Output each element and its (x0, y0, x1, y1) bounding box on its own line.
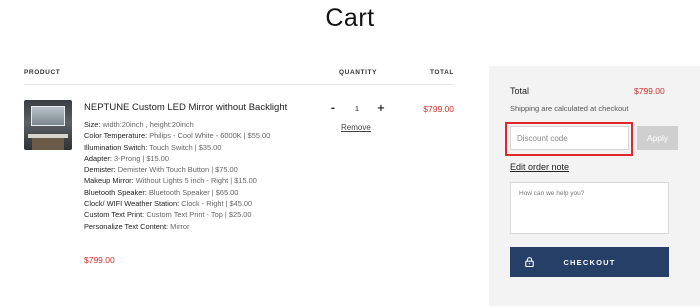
attribute-label: Clock/ WIFI Weather Station: (84, 199, 180, 209)
attribute-value: Bluetooth Speaker | $65.00 (148, 187, 239, 197)
attribute-label: Illumination Switch: (84, 142, 148, 152)
line-total: $799.00 (423, 104, 454, 114)
attribute-row: Adapter: 3-Prong | $15.00 (84, 153, 294, 164)
attribute-row: Illumination Switch: Touch Switch | $35.… (84, 142, 294, 153)
page-title: Cart (325, 4, 375, 32)
attribute-label: Personalize Text Content: (84, 221, 169, 231)
column-header-product: PRODUCT (24, 69, 61, 76)
attribute-value: Philips - Cool White - 6000K | $55.00 (149, 131, 271, 141)
attribute-value: Touch Switch | $35.00 (149, 142, 222, 152)
product-image[interactable] (24, 100, 72, 150)
attribute-row: Custom Text Print: Custom Text Print - T… (84, 209, 294, 220)
discount-code-input[interactable] (510, 126, 629, 150)
attribute-value: Mirror (170, 221, 190, 231)
attribute-value: Custom Text Print - Top | $25.00 (146, 210, 252, 220)
attribute-row: Color Temperature: Philips - Cool White … (84, 130, 294, 141)
lock-icon (525, 257, 534, 267)
order-note-textarea[interactable] (510, 182, 669, 234)
attribute-value: Without Lights 5 inch - Right | $15.00 (135, 176, 257, 186)
product-attributes: Size: width:20inch , height:20inch Color… (84, 119, 294, 232)
attribute-row: Personalize Text Content: Mirror (84, 221, 294, 232)
attribute-row: Bluetooth Speaker: Bluetooth Speaker | $… (84, 187, 294, 198)
attribute-value: 3-Prong | $15.00 (114, 153, 169, 163)
cabinet-graphic (32, 138, 64, 150)
attribute-value: Demister With Touch Button | $75.00 (117, 165, 238, 175)
summary-total-label: Total (510, 86, 530, 96)
cart-table-header: PRODUCT QUANTITY TOTAL (24, 69, 454, 83)
mirror-graphic (31, 106, 65, 126)
attribute-row: Clock/ WIFI Weather Station: Clock - Rig… (84, 198, 294, 209)
quantity-input[interactable] (344, 101, 370, 116)
column-header-quantity: QUANTITY (339, 69, 378, 76)
attribute-row: Makeup Mirror: Without Lights 5 inch - R… (84, 175, 294, 186)
order-summary-panel: Total $799.00 Shipping are calculated at… (489, 66, 700, 306)
attribute-label: Bluetooth Speaker: (84, 187, 147, 197)
remove-item-link[interactable]: Remove (341, 123, 371, 132)
header-divider (24, 84, 454, 85)
attribute-label: Size: (84, 120, 101, 129)
attribute-row: Demister: Demister With Touch Button | $… (84, 164, 294, 175)
apply-discount-button[interactable]: Apply (637, 126, 678, 150)
summary-total-value: $799.00 (634, 86, 665, 96)
attribute-label: Color Temperature: (84, 131, 148, 141)
attribute-value: Clock - Right | $45.00 (181, 199, 253, 209)
attribute-label: Adapter: (84, 153, 112, 163)
product-name[interactable]: NEPTUNE Custom LED Mirror without Backli… (84, 102, 287, 113)
attribute-label: Makeup Mirror: (84, 176, 134, 186)
quantity-increase-button[interactable]: + (374, 101, 388, 116)
attribute-label: Custom Text Print: (84, 210, 145, 220)
item-price: $799.00 (84, 255, 115, 265)
attribute-row: Size: width:20inch , height:20inch (84, 119, 294, 130)
edit-order-note-link[interactable]: Edit order note (510, 162, 569, 172)
shipping-note: Shipping are calculated at checkout (510, 104, 629, 113)
checkout-button[interactable]: CHECKOUT (510, 247, 669, 277)
attribute-label: Demister: (84, 165, 116, 175)
quantity-decrease-button[interactable]: - (326, 101, 340, 116)
quantity-stepper: - + (326, 101, 388, 116)
column-header-total: TOTAL (429, 69, 454, 76)
attribute-value: width:20inch , height:20inch (102, 120, 194, 129)
